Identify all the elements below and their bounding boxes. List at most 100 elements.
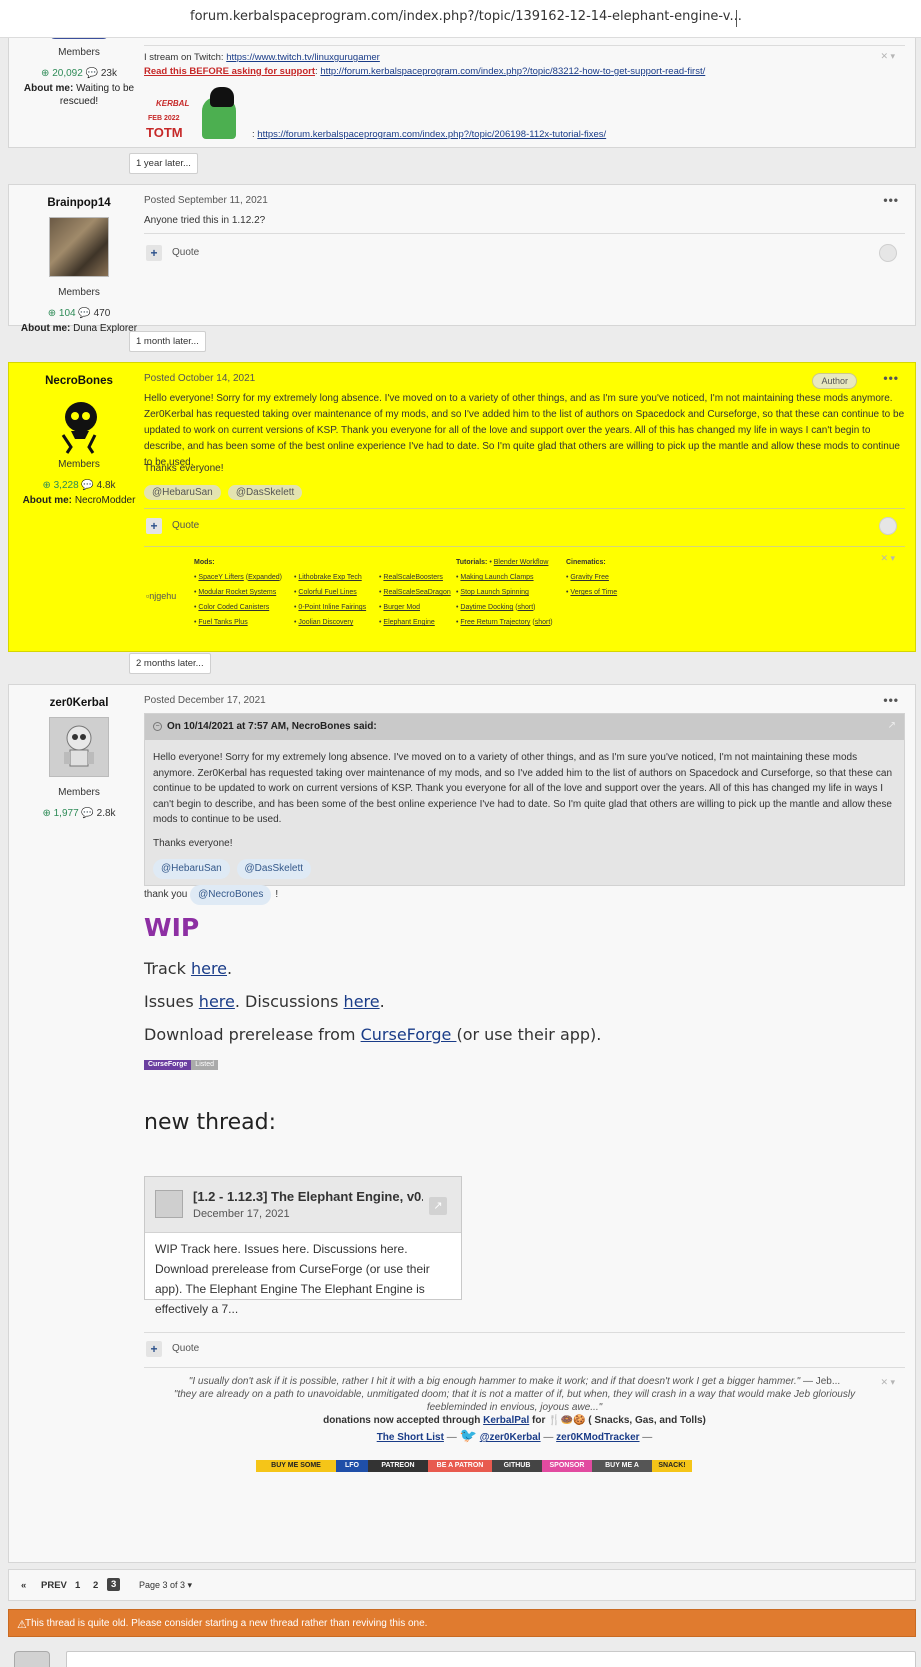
- multiquote-plus-icon[interactable]: +: [146, 245, 162, 261]
- support-link[interactable]: http://forum.kerbalspaceprogram.com/inde…: [320, 66, 705, 77]
- signature: "I usually don't ask if it is possible, …: [173, 1376, 856, 1443]
- avatar[interactable]: [49, 395, 109, 455]
- page-jump-dropdown[interactable]: Page 3 of 3 ▾: [139, 1580, 192, 1591]
- reaction-icon[interactable]: [879, 517, 897, 535]
- member-stats: ⊕ 1,977 💬 2.8k: [9, 808, 149, 819]
- reputation-count: 104: [58, 308, 76, 319]
- post-date[interactable]: Posted October 14, 2021: [144, 373, 255, 384]
- sig-link[interactable]: RealScaleSeaDragon: [383, 589, 450, 596]
- donation-badge[interactable]: LFO: [336, 1460, 368, 1472]
- time-separator: 2 months later...: [129, 653, 211, 674]
- mention-necrobones[interactable]: @NecroBones: [190, 885, 272, 905]
- sig-link[interactable]: Elephant Engine: [383, 619, 434, 626]
- sig-link[interactable]: Gravity Free: [570, 574, 609, 581]
- member-group: Members: [58, 287, 100, 298]
- totm-banner: KERBAL FEB 2022 TOTM: [144, 79, 249, 140]
- member-group: Members: [58, 47, 100, 58]
- more-options-icon[interactable]: •••: [883, 193, 899, 207]
- mod-tracker-link[interactable]: zer0KModTracker: [556, 1432, 639, 1443]
- sig-link[interactable]: Joolian Discovery: [298, 619, 353, 626]
- post-necrobones: NecroBones Members ⊕ 3,228 💬 4.8k About …: [8, 362, 916, 652]
- share-icon[interactable]: ↗: [429, 1197, 447, 1215]
- close-icon[interactable]: ✕ ▾: [880, 51, 895, 62]
- page-1[interactable]: 1: [75, 1580, 80, 1591]
- prev-arrow-icon[interactable]: «: [21, 1580, 26, 1591]
- mention-dasskelett[interactable]: @DasSkelett: [227, 485, 303, 500]
- pagination: « PREV 1 2 3 Page 3 of 3 ▾: [8, 1569, 916, 1601]
- sig-link[interactable]: Stop Launch Spinning: [460, 589, 529, 596]
- post-actions: + Quote: [144, 1339, 905, 1359]
- issues-line: Issues here. Discussions here.: [144, 992, 385, 1011]
- tutorial-link[interactable]: https://forum.kerbalspaceprogram.com/ind…: [257, 129, 606, 140]
- embed-title[interactable]: [1.2 - 1.12.3] The Elephant Engine, v0.2…: [193, 1189, 423, 1204]
- twitter-link[interactable]: @zer0Kerbal: [480, 1432, 541, 1443]
- sig-link[interactable]: Free Return Trajectory: [460, 619, 530, 626]
- sig-link[interactable]: Colorful Fuel Lines: [298, 589, 356, 596]
- mention-hebarusan[interactable]: @HebaruSan: [153, 859, 230, 879]
- post-date[interactable]: Posted September 11, 2021: [144, 195, 268, 206]
- multiquote-plus-icon[interactable]: +: [146, 1341, 162, 1357]
- short-list-link[interactable]: The Short List: [377, 1432, 444, 1443]
- divider: [144, 508, 905, 509]
- close-icon[interactable]: ✕ ▾: [880, 553, 895, 564]
- track-link[interactable]: here: [191, 959, 227, 978]
- reputation-count: 3,228: [53, 480, 79, 491]
- page-3-current[interactable]: 3: [107, 1578, 121, 1591]
- sig-link[interactable]: Modular Rocket Systems: [198, 589, 276, 596]
- mention-dasskelett[interactable]: @DasSkelett: [236, 859, 312, 879]
- kerbalpal-link[interactable]: KerbalPal: [483, 1415, 529, 1426]
- prev-button[interactable]: PREV: [41, 1580, 67, 1591]
- share-icon[interactable]: ↗: [888, 720, 896, 731]
- curseforge-link[interactable]: CurseForge: [361, 1025, 457, 1044]
- post-date[interactable]: Posted December 17, 2021: [144, 695, 266, 706]
- sig-link[interactable]: Verges of Time: [570, 589, 617, 596]
- sig-link[interactable]: Making Launch Clamps: [460, 574, 533, 581]
- post-brainpop14: Brainpop14 Members ⊕ 104 💬 470 About me:…: [8, 184, 916, 334]
- donation-badge[interactable]: SPONSOR: [542, 1460, 592, 1472]
- posts-count: 23k: [100, 68, 117, 79]
- embedded-thread-card[interactable]: [1.2 - 1.12.3] The Elephant Engine, v0.2…: [144, 1176, 462, 1316]
- donation-badge[interactable]: BUY ME SOME: [256, 1460, 336, 1472]
- donation-badge[interactable]: SNACK!: [652, 1460, 692, 1472]
- donation-badge[interactable]: PATREON: [368, 1460, 428, 1472]
- sig-link[interactable]: SpaceY Lifters: [198, 574, 243, 581]
- sig-link[interactable]: Lithobrake Exp Tech: [298, 574, 361, 581]
- sig-link[interactable]: RealScaleBoosters: [383, 574, 443, 581]
- collapse-icon[interactable]: −: [153, 722, 162, 731]
- quote-button[interactable]: Quote: [172, 520, 199, 531]
- curseforge-badge[interactable]: CurseForge Listed: [144, 1060, 218, 1070]
- discussions-link[interactable]: here: [344, 992, 380, 1011]
- twitch-link[interactable]: https://www.twitch.tv/linuxgurugamer: [226, 52, 380, 63]
- mention-hebarusan[interactable]: @HebaruSan: [144, 485, 221, 500]
- donation-badge[interactable]: BUY ME A: [592, 1460, 652, 1472]
- sig-link[interactable]: Burger Mod: [383, 604, 420, 611]
- author-name[interactable]: NecroBones: [9, 375, 149, 387]
- support-warning-link[interactable]: Read this BEFORE asking for support: [144, 66, 315, 77]
- reaction-icon[interactable]: [879, 244, 897, 262]
- donation-badge[interactable]: BE A PATRON: [428, 1460, 492, 1472]
- sig-link[interactable]: Fuel Tanks Plus: [198, 619, 247, 626]
- author-name[interactable]: zer0Kerbal: [9, 697, 149, 709]
- posts-icon: 💬: [81, 808, 94, 819]
- avatar[interactable]: [49, 217, 109, 277]
- sig-link[interactable]: Blender Workflow: [494, 559, 549, 566]
- quote-header[interactable]: − On 10/14/2021 at 7:57 AM, NecroBones s…: [145, 714, 904, 740]
- sig-link[interactable]: 0-Point Inline Fairings: [298, 604, 366, 611]
- more-options-icon[interactable]: •••: [883, 371, 899, 385]
- sig-link[interactable]: Daytime Docking: [460, 604, 513, 611]
- donation-badge[interactable]: GITHUB: [492, 1460, 542, 1472]
- quote-button[interactable]: Quote: [172, 247, 199, 258]
- more-options-icon[interactable]: •••: [883, 693, 899, 707]
- quote-button[interactable]: Quote: [172, 1343, 199, 1354]
- reply-input[interactable]: [66, 1651, 916, 1667]
- mentions: @HebaruSan @DasSkelett: [144, 485, 306, 500]
- sig-link[interactable]: Color Coded Canisters: [198, 604, 269, 611]
- page-2[interactable]: 2: [93, 1580, 98, 1591]
- author-name[interactable]: Brainpop14: [9, 197, 149, 209]
- browser-address-bar[interactable]: forum.kerbalspaceprogram.com/index.php?/…: [0, 0, 921, 38]
- multiquote-plus-icon[interactable]: +: [146, 518, 162, 534]
- posts-icon: 💬: [81, 480, 94, 491]
- url-text[interactable]: forum.kerbalspaceprogram.com/index.php?/…: [190, 9, 750, 29]
- avatar[interactable]: [49, 717, 109, 777]
- issues-link[interactable]: here: [199, 992, 235, 1011]
